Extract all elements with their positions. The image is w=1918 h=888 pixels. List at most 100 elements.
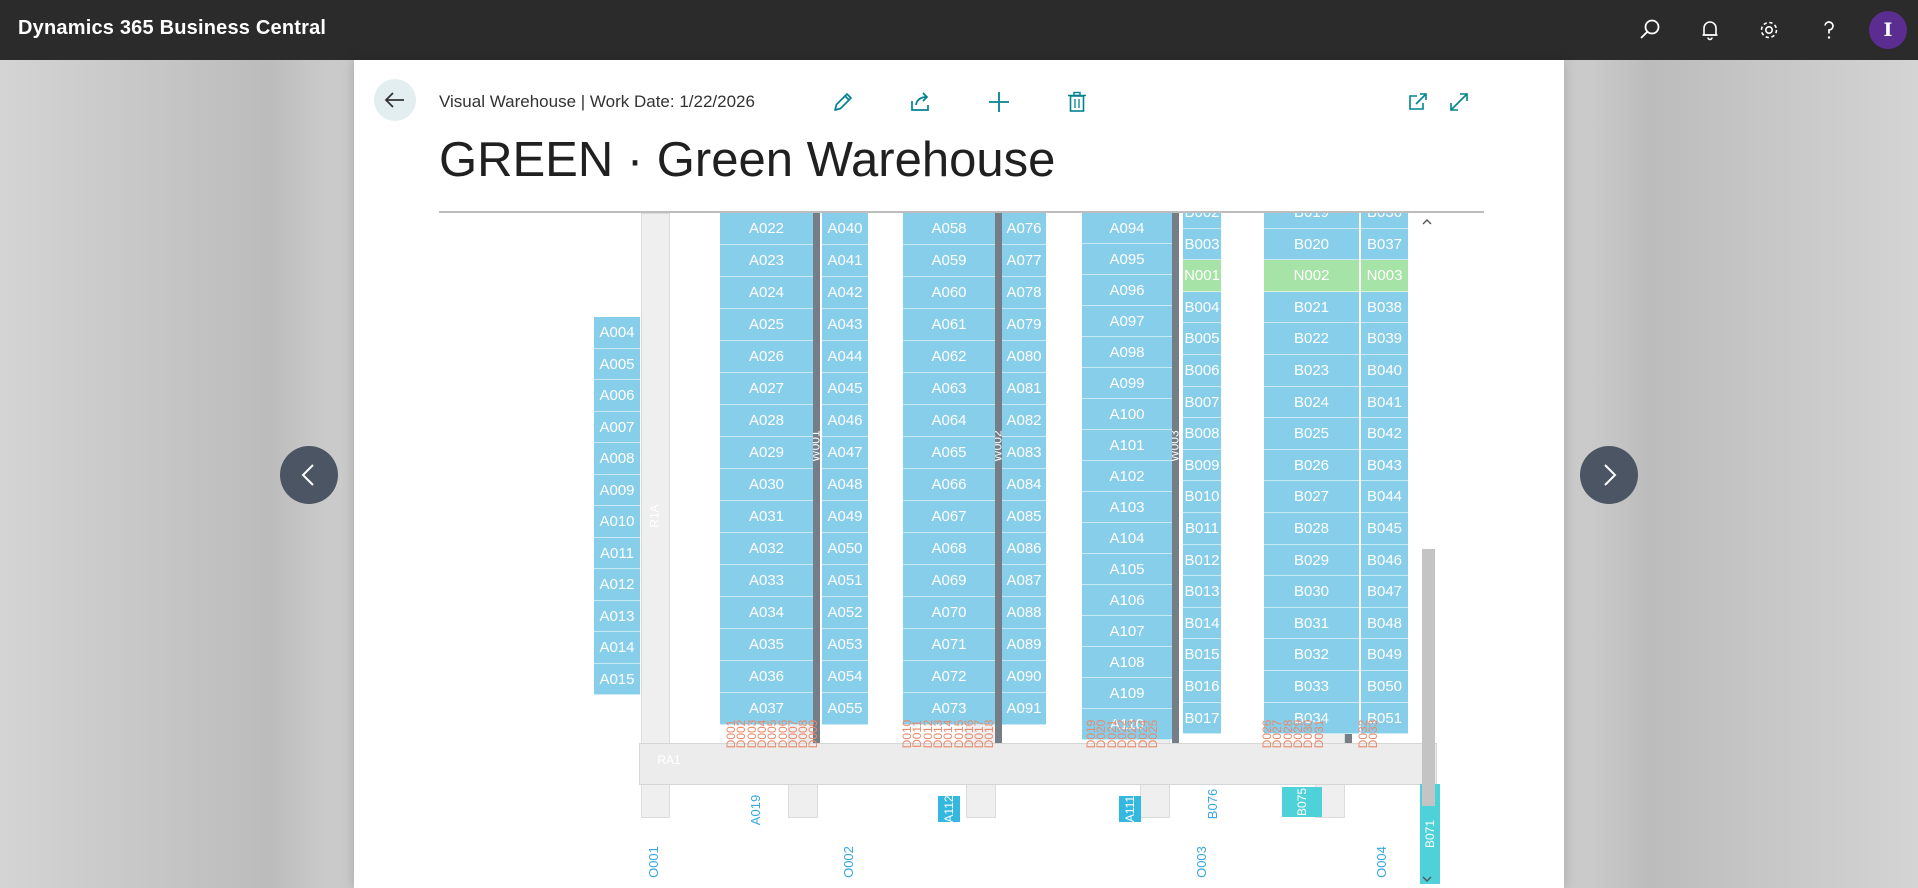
bin-cell[interactable]: A045: [822, 373, 868, 405]
bin-cell[interactable]: A072: [903, 661, 995, 693]
bin-cell[interactable]: B022: [1264, 323, 1359, 355]
staging-label[interactable]: B076: [1205, 781, 1220, 827]
bin-cell[interactable]: A033: [720, 565, 813, 597]
help-icon[interactable]: [1814, 15, 1844, 45]
bin-cell[interactable]: A054: [822, 661, 868, 693]
bin-cell[interactable]: A008: [594, 443, 640, 475]
bin-cell[interactable]: A035: [720, 629, 813, 661]
bin-cell[interactable]: A067: [903, 501, 995, 533]
bin-cell[interactable]: A103: [1082, 492, 1172, 523]
bin-cell[interactable]: A050: [822, 533, 868, 565]
bin-cell[interactable]: B005: [1183, 323, 1221, 355]
bin-cell[interactable]: A009: [594, 474, 640, 506]
bin-cell[interactable]: B002: [1183, 213, 1221, 229]
bin-cell[interactable]: B032: [1264, 639, 1359, 671]
bin-cell[interactable]: A041: [822, 245, 868, 277]
bin-cell[interactable]: A055: [822, 693, 868, 725]
bin-cell[interactable]: A004: [594, 317, 640, 349]
bin-cell[interactable]: A015: [594, 663, 640, 695]
bin-cell[interactable]: A053: [822, 629, 868, 661]
bin-cell[interactable]: B038: [1361, 291, 1408, 324]
bin-cell[interactable]: A032: [720, 533, 813, 565]
bin-cell[interactable]: B050: [1361, 671, 1408, 703]
bin-cell[interactable]: A027: [720, 373, 813, 405]
bin-cell[interactable]: A099: [1082, 368, 1172, 399]
bin-cell[interactable]: B014: [1183, 607, 1221, 640]
scroll-up-icon[interactable]: [1421, 216, 1433, 228]
app-title[interactable]: Dynamics 365 Business Central: [18, 17, 326, 40]
bin-cell[interactable]: B019: [1264, 213, 1359, 229]
bin-cell[interactable]: B039: [1361, 323, 1408, 355]
bin-cell[interactable]: B024: [1264, 386, 1359, 419]
search-icon[interactable]: [1635, 15, 1665, 45]
bin-cell[interactable]: A061: [903, 309, 995, 341]
bin-cell[interactable]: A064: [903, 405, 995, 437]
bin-cell[interactable]: A006: [594, 380, 640, 412]
bin-cell[interactable]: A058: [903, 213, 995, 245]
bin-cell[interactable]: A097: [1082, 306, 1172, 337]
bin-cell[interactable]: B044: [1361, 481, 1408, 513]
bin-cell[interactable]: A065: [903, 437, 995, 469]
bin-cell[interactable]: B023: [1264, 355, 1359, 387]
bin-cell[interactable]: B011: [1183, 513, 1221, 545]
scroll-thumb[interactable]: [1422, 549, 1435, 806]
bin-cell[interactable]: B004: [1183, 291, 1221, 324]
bin-cell[interactable]: B040: [1361, 355, 1408, 387]
bin-cell[interactable]: A098: [1082, 337, 1172, 368]
bin-cell[interactable]: A079: [1002, 309, 1046, 341]
outbound-label[interactable]: O001: [646, 839, 661, 885]
bin-cell[interactable]: A063: [903, 373, 995, 405]
bin-cell[interactable]: A026: [720, 341, 813, 373]
bin-cell[interactable]: A102: [1082, 461, 1172, 492]
bin-cell[interactable]: B027: [1264, 481, 1359, 513]
staging-bin[interactable]: B075: [1282, 787, 1322, 817]
bin-cell[interactable]: A005: [594, 348, 640, 380]
staging-bin[interactable]: A112: [938, 796, 960, 822]
bin-cell[interactable]: B031: [1264, 607, 1359, 640]
bin-cell[interactable]: B048: [1361, 607, 1408, 640]
bin-cell[interactable]: A030: [720, 469, 813, 501]
bin-cell[interactable]: A044: [822, 341, 868, 373]
bin-cell[interactable]: B042: [1361, 418, 1408, 450]
bin-cell[interactable]: A104: [1082, 523, 1172, 554]
share-icon[interactable]: [908, 89, 934, 115]
bin-cell[interactable]: A048: [822, 469, 868, 501]
open-in-new-window-icon[interactable]: [1405, 89, 1431, 115]
bin-cell[interactable]: A034: [720, 597, 813, 629]
add-icon[interactable]: [986, 89, 1012, 115]
bin-cell[interactable]: A096: [1082, 275, 1172, 306]
bin-cell[interactable]: B015: [1183, 639, 1221, 671]
bin-cell[interactable]: A106: [1082, 585, 1172, 616]
bin-cell[interactable]: A028: [720, 405, 813, 437]
bin-cell[interactable]: B028: [1264, 513, 1359, 545]
bin-cell[interactable]: B045: [1361, 513, 1408, 545]
bin-cell[interactable]: B030: [1264, 576, 1359, 608]
bin-cell[interactable]: B008: [1183, 418, 1221, 450]
bin-cell[interactable]: A082: [1002, 405, 1046, 437]
bin-cell[interactable]: B046: [1361, 544, 1408, 577]
bin-cell[interactable]: A013: [594, 600, 640, 632]
bin-cell[interactable]: N003: [1361, 260, 1408, 292]
bin-cell[interactable]: B007: [1183, 386, 1221, 419]
bin-cell[interactable]: A062: [903, 341, 995, 373]
avatar[interactable]: I: [1869, 11, 1907, 49]
bin-cell[interactable]: B041: [1361, 386, 1408, 419]
bin-cell[interactable]: A060: [903, 277, 995, 309]
staging-bin[interactable]: A111: [1119, 796, 1141, 822]
bin-cell[interactable]: B009: [1183, 449, 1221, 482]
bin-cell[interactable]: A014: [594, 632, 640, 664]
bin-cell[interactable]: A087: [1002, 565, 1046, 597]
bin-cell[interactable]: B021: [1264, 291, 1359, 324]
outbound-label[interactable]: O003: [1194, 839, 1209, 885]
bin-cell[interactable]: B026: [1264, 449, 1359, 482]
bin-cell[interactable]: A094: [1082, 213, 1172, 244]
bin-cell[interactable]: A011: [594, 537, 640, 569]
bin-cell[interactable]: B012: [1183, 544, 1221, 577]
bin-cell[interactable]: A088: [1002, 597, 1046, 629]
edit-icon[interactable]: [830, 89, 856, 115]
back-button[interactable]: [374, 79, 416, 121]
bin-cell[interactable]: B047: [1361, 576, 1408, 608]
outbound-label[interactable]: O004: [1374, 839, 1389, 885]
bin-cell[interactable]: A085: [1002, 501, 1046, 533]
bin-cell[interactable]: A042: [822, 277, 868, 309]
